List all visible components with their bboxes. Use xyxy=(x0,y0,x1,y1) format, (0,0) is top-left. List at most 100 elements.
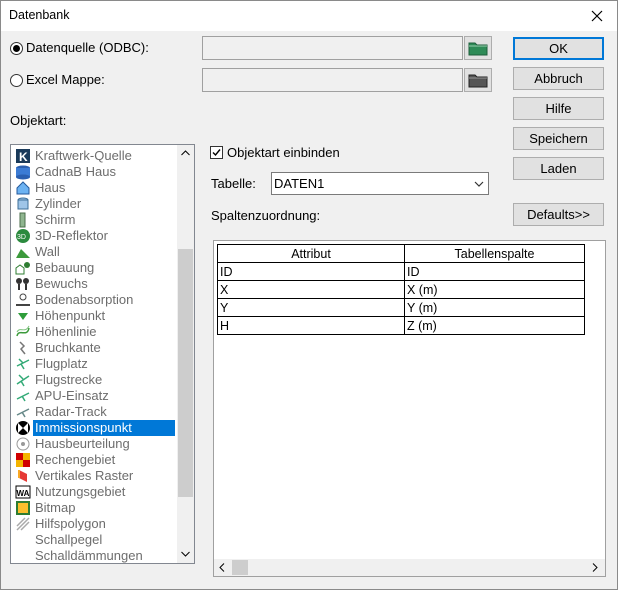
list-item[interactable]: CadnaB Haus xyxy=(15,164,175,180)
list-item-label: Höhenlinie xyxy=(35,324,97,339)
power-plant-icon: K xyxy=(15,148,31,164)
list-item-label: Rechengebiet xyxy=(35,452,116,467)
list-item[interactable]: Schalldämmungen xyxy=(15,548,175,563)
odbc-browse-button[interactable] xyxy=(464,36,492,60)
scroll-down-icon[interactable] xyxy=(181,551,190,557)
house-db-icon xyxy=(15,164,31,180)
list-item[interactable]: APU-Einsatz xyxy=(15,388,175,404)
list-item-label: Hausbeurteilung xyxy=(35,436,130,451)
table-column-cell[interactable]: Z (m) xyxy=(404,316,585,335)
list-item[interactable]: Immissionspunkt xyxy=(15,420,175,436)
list-item[interactable]: Schirm xyxy=(15,212,175,228)
apu-icon xyxy=(15,388,31,404)
attribute-cell[interactable]: ID xyxy=(217,262,405,281)
odbc-source-field[interactable] xyxy=(202,36,463,60)
vegetation-icon xyxy=(15,276,31,292)
list-item[interactable]: WA Nutzungsgebiet xyxy=(15,484,175,500)
aux-polygon-icon xyxy=(15,516,31,532)
defaults-button[interactable]: Defaults>> xyxy=(513,203,604,226)
height-point-icon xyxy=(15,308,31,324)
blank-icon xyxy=(15,548,31,563)
attribute-cell[interactable]: X xyxy=(217,280,405,299)
list-item[interactable]: Bitmap xyxy=(15,500,175,516)
list-item[interactable]: Rechengebiet xyxy=(15,452,175,468)
list-item-label: Zylinder xyxy=(35,196,82,211)
list-item[interactable]: Höhenpunkt xyxy=(15,308,175,324)
list-item-label: Bruchkante xyxy=(35,340,101,355)
list-item[interactable]: Zylinder xyxy=(15,196,175,212)
list-scroll-thumb[interactable] xyxy=(178,249,193,497)
attribute-cell[interactable]: H xyxy=(217,316,405,335)
list-item[interactable]: 3D 3D-Reflektor xyxy=(15,228,175,244)
list-item[interactable]: Radar-Track xyxy=(15,404,175,420)
column-header-attribute: Attribut xyxy=(217,244,405,263)
3d-reflector-icon: 3D xyxy=(15,228,31,244)
list-item-label: Hilfspolygon xyxy=(35,516,106,531)
list-item-label: Flugstrecke xyxy=(35,372,103,387)
list-item[interactable]: Bewuchs xyxy=(15,276,175,292)
land-use-icon: WA xyxy=(15,484,31,500)
grid-scroll-thumb[interactable] xyxy=(232,560,248,575)
list-item[interactable]: Vertikales Raster xyxy=(15,468,175,484)
table-row[interactable]: Y Y (m) xyxy=(217,298,585,317)
radar-track-icon xyxy=(15,404,31,420)
list-item-label: Immissionspunkt xyxy=(33,420,175,436)
window-title: Datenbank xyxy=(9,8,70,22)
list-item[interactable]: Flugplatz xyxy=(15,356,175,372)
list-item-label: Nutzungsgebiet xyxy=(35,484,126,499)
table-row[interactable]: ID ID xyxy=(217,262,585,281)
load-button[interactable]: Laden xyxy=(513,157,604,180)
grid-horizontal-scrollbar[interactable] xyxy=(214,559,605,576)
svg-text:3D: 3D xyxy=(17,234,26,241)
table-label: Tabelle: xyxy=(211,176,256,191)
list-item[interactable]: Bodenabsorption xyxy=(15,292,175,308)
scroll-left-icon[interactable] xyxy=(219,563,225,572)
excel-browse-button[interactable] xyxy=(464,68,492,92)
list-scrollbar[interactable] xyxy=(177,145,194,563)
scroll-up-icon[interactable] xyxy=(181,150,190,156)
list-item[interactable]: Hilfspolygon xyxy=(15,516,175,532)
table-column-cell[interactable]: ID xyxy=(404,262,585,281)
list-item[interactable]: Schallpegel xyxy=(15,532,175,548)
screen-icon xyxy=(15,212,31,228)
include-object-type-checkbox[interactable] xyxy=(210,146,223,159)
odbc-radio[interactable] xyxy=(10,42,23,55)
attribute-cell[interactable]: Y xyxy=(217,298,405,317)
list-item[interactable]: Hausbeurteilung xyxy=(15,436,175,452)
break-line-icon xyxy=(15,340,31,356)
list-item[interactable]: Bebauung xyxy=(15,260,175,276)
list-item-label: Kraftwerk-Quelle xyxy=(35,148,132,163)
table-row[interactable]: X X (m) xyxy=(217,280,585,299)
airfield-icon xyxy=(15,356,31,372)
list-item[interactable]: Bruchkante xyxy=(15,340,175,356)
table-header-row: Attribut Tabellenspalte xyxy=(217,244,585,263)
title-bar: Datenbank xyxy=(1,1,617,31)
table-select[interactable]: DATEN1 xyxy=(271,172,489,195)
save-button[interactable]: Speichern xyxy=(513,127,604,150)
checkmark-icon xyxy=(212,149,221,157)
excel-source-field[interactable] xyxy=(202,68,463,92)
list-item[interactable]: K Kraftwerk-Quelle xyxy=(15,148,175,164)
list-item-label: Bebauung xyxy=(35,260,95,275)
object-type-list[interactable]: K Kraftwerk-Quelle CadnaB Haus Haus Zylinder… xyxy=(10,144,195,564)
list-item[interactable]: Höhenlinie xyxy=(15,324,175,340)
list-item-label: Bewuchs xyxy=(35,276,88,291)
list-item-label: 3D-Reflektor xyxy=(35,228,108,243)
table-column-cell[interactable]: Y (m) xyxy=(404,298,585,317)
table-column-cell[interactable]: X (m) xyxy=(404,280,585,299)
scroll-right-icon[interactable] xyxy=(592,563,598,572)
vertical-grid-icon xyxy=(15,468,31,484)
buildings-icon xyxy=(15,260,31,276)
list-item[interactable]: Wall xyxy=(15,244,175,260)
table-row[interactable]: H Z (m) xyxy=(217,316,585,335)
list-item[interactable]: Haus xyxy=(15,180,175,196)
list-item[interactable]: Flugstrecke xyxy=(15,372,175,388)
svg-text:K: K xyxy=(19,150,28,164)
help-button[interactable]: Hilfe xyxy=(513,97,604,120)
column-mapping-label: Spaltenzuordnung: xyxy=(211,208,321,223)
column-mapping-grid[interactable]: Attribut Tabellenspalte ID ID X X (m) Y … xyxy=(213,240,606,577)
ok-button[interactable]: OK xyxy=(513,37,604,60)
cancel-button[interactable]: Abbruch xyxy=(513,67,604,90)
excel-radio[interactable] xyxy=(10,74,23,87)
close-button[interactable] xyxy=(577,1,617,31)
